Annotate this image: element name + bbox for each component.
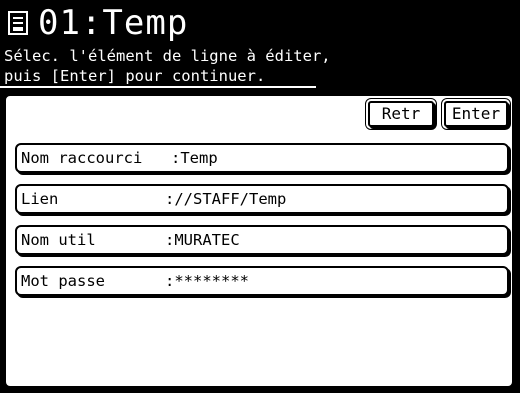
field-value: :******** — [165, 272, 249, 290]
document-icon — [6, 8, 32, 38]
field-lien[interactable]: Lien ://STAFF/Temp — [15, 184, 509, 214]
field-label: Nom util — [21, 231, 96, 249]
field-label: Nom raccourci — [21, 149, 143, 167]
field-value: ://STAFF/Temp — [165, 190, 287, 208]
field-label: Lien — [21, 190, 59, 208]
page-title: 01:Temp — [38, 3, 189, 43]
field-nom-raccourci[interactable]: Nom raccourci :Temp — [15, 143, 509, 173]
field-label: Mot passe — [21, 272, 105, 290]
header: 01:Temp Sélec. l'élément de ligne à édit… — [0, 0, 520, 94]
title-row: 01:Temp — [6, 2, 188, 44]
field-value: :Temp — [171, 149, 218, 167]
field-value: :MURATEC — [165, 231, 240, 249]
retr-button[interactable]: Retr — [365, 98, 437, 130]
field-nom-util[interactable]: Nom util :MURATEC — [15, 225, 509, 255]
instruction-line-2: puis [Enter] pour continuer. — [4, 67, 266, 85]
field-mot-passe[interactable]: Mot passe :******** — [15, 266, 509, 296]
edit-panel: Retr Enter Nom raccourci :Temp Lien ://S… — [4, 94, 514, 388]
header-divider — [0, 86, 316, 88]
enter-button[interactable]: Enter — [441, 98, 511, 130]
instruction-line-1: Sélec. l'élément de ligne à éditer, — [4, 47, 331, 65]
